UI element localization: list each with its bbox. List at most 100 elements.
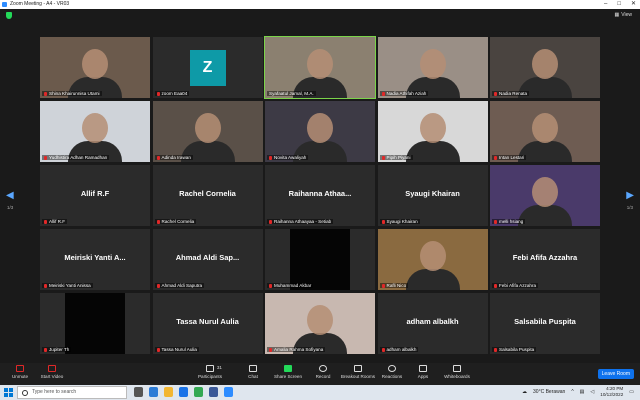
weather-icon: ☁ — [522, 389, 528, 395]
volume-icon[interactable]: ◁ — [590, 389, 594, 395]
mic-muted-icon — [156, 347, 160, 352]
participant-name-label: Pipih Piyani — [379, 155, 413, 160]
windows-start-icon[interactable] — [4, 388, 13, 397]
participant-name: Novita Awaliyah — [274, 155, 307, 160]
participant-display-name: Meiriski Yanti A... — [64, 253, 126, 262]
minimize-button[interactable]: – — [604, 0, 607, 9]
participant-tile[interactable]: Intan Lestari — [490, 101, 600, 162]
participant-display-name: Tassa Nurul Aulia — [176, 317, 239, 326]
participant-video — [377, 37, 488, 98]
participant-name: Febi Afifa Azzahra — [499, 283, 537, 288]
mic-muted-icon — [494, 155, 497, 160]
participant-tile[interactable]: Salsabila Puspita Salsabila Puspita — [490, 293, 600, 354]
edge-browser-icon[interactable] — [149, 387, 158, 397]
participants-button[interactable]: Participants 31 — [190, 365, 230, 379]
view-button[interactable]: ▦ View — [615, 12, 632, 18]
notifications-icon[interactable]: ▭ — [629, 389, 634, 395]
maximize-button[interactable]: □ — [617, 0, 621, 9]
chrome-icon[interactable] — [194, 387, 203, 397]
participant-name: Intan Lestari — [499, 155, 525, 160]
mic-muted-icon — [269, 155, 272, 160]
participant-tile[interactable]: Syaugi Khairan Syaugi Khairan — [377, 165, 488, 226]
next-page-icon[interactable]: ▶ — [626, 190, 634, 201]
mic-muted-icon — [156, 155, 160, 160]
participant-tile[interactable]: Rafli Nico — [377, 229, 488, 290]
store-icon[interactable] — [179, 387, 188, 397]
participant-tile[interactable]: Tassa Nurul Aulia Tassa Nurul Aulia — [152, 293, 263, 354]
participant-tile[interactable]: Adinda Irawan — [152, 101, 263, 162]
mic-muted-icon — [494, 91, 497, 96]
participant-body — [405, 269, 460, 290]
participant-tile[interactable]: Raihanna Athaa... Raihanna Athaayaa - Set… — [265, 165, 375, 226]
participant-name: Pipih Piyani — [386, 155, 411, 160]
participant-tile[interactable]: melli hsiang — [490, 165, 600, 226]
participant-tile[interactable]: Yudhistira Adhan Ramadhan — [40, 101, 150, 162]
window-title: Zoom Meeting - A4 - VR03 — [10, 1, 70, 7]
participant-tile[interactable]: Novita Awaliyah — [265, 101, 375, 162]
clock[interactable]: 4:20 PM 10/12/2022 — [600, 386, 623, 398]
chat-button[interactable]: Chat — [233, 365, 273, 379]
view-label: View — [621, 12, 632, 18]
participant-tile[interactable]: Febi Afifa Azzahra Febi Afifa Azzahra — [490, 229, 600, 290]
participant-display-name: Syaugi Khairan — [405, 189, 460, 198]
participant-name: Salsabila Puspita — [499, 347, 535, 352]
participant-name-label: Shina Khairunnisa Utami — [42, 91, 102, 96]
participant-name: Meiriski Yanti Anissa — [49, 283, 91, 288]
share-screen-button[interactable]: Share Screen — [268, 365, 308, 379]
participant-name: Allif R.F — [49, 219, 66, 224]
zoom-taskbar-icon[interactable] — [224, 387, 233, 397]
participant-tile[interactable]: Nadia Athifah Aziah — [377, 37, 488, 98]
page-indicator-left: 1/3 — [7, 205, 14, 210]
participant-tile[interactable]: Rachel Cornelia Rachel Cornelia — [152, 165, 263, 226]
task-view-icon[interactable] — [134, 387, 143, 397]
participant-name-label: Febi Afifa Azzahra — [492, 283, 539, 288]
participant-tile[interactable]: Nadia Renata — [490, 37, 600, 98]
close-button[interactable]: ✕ — [631, 0, 636, 9]
grid-view-icon: ▦ — [614, 12, 620, 18]
participant-name: Shina Khairunnisa Utami — [49, 91, 100, 96]
participant-face — [307, 113, 333, 143]
participant-face — [194, 113, 221, 143]
participant-tile[interactable]: Ahmad Aldi Sap... Ahmad Aldi Saputra — [152, 229, 263, 290]
start-video-button[interactable]: Start Video — [32, 365, 72, 379]
participant-name: Raihanna Athaayaa - Setiab — [274, 219, 332, 224]
participant-tile[interactable]: Amalia Rahma Sofiyana — [265, 293, 375, 354]
previous-page-icon[interactable]: ◀ — [6, 190, 14, 201]
tray-chevron-icon[interactable]: ^ — [571, 389, 573, 395]
security-shield-icon[interactable] — [6, 12, 12, 19]
file-explorer-icon[interactable] — [164, 387, 173, 397]
participant-tile[interactable]: Zzoom Eaa04 — [152, 37, 263, 98]
participant-tile[interactable]: Meiriski Yanti A... Meiriski Yanti Anissa — [40, 229, 150, 290]
taskbar-search-input[interactable]: Type here to search — [17, 386, 127, 399]
participant-name: Yudhistira Adhan Ramadhan — [49, 155, 108, 160]
participant-tile[interactable]: Syafaatul Jamal, M.A. — [264, 36, 376, 99]
weather-text[interactable]: 30°C Berawan — [533, 389, 565, 395]
participant-name-label: Yudhistira Adhan Ramadhan — [42, 155, 110, 160]
whiteboards-button[interactable]: Whiteboards — [437, 365, 477, 379]
participant-tile[interactable]: adham albalkh adham albalkh — [377, 293, 488, 354]
avatar: Z — [189, 50, 226, 86]
participant-name: Nadia Renata — [499, 91, 528, 96]
participant-display-name: Salsabila Puspita — [514, 317, 576, 326]
mic-muted-icon — [156, 283, 160, 288]
participant-name: Rafli Nico — [386, 283, 407, 288]
participant-name: Ahmad Aldi Saputra — [161, 283, 203, 288]
participant-name-label: Nadia Athifah Aziah — [379, 91, 429, 96]
mic-muted-icon — [494, 347, 497, 352]
network-icon[interactable]: ▤ — [580, 389, 585, 395]
word-icon[interactable] — [209, 387, 218, 397]
search-icon — [22, 390, 28, 396]
mic-muted-icon — [269, 347, 272, 352]
breakout-rooms-icon — [354, 365, 362, 372]
microphone-muted-icon — [16, 365, 24, 372]
participant-tile[interactable]: Muhammad Akbar — [265, 229, 375, 290]
participant-tile[interactable]: Jupiter Th — [40, 293, 150, 354]
participant-name-label: Tassa Nurul Aulia — [154, 347, 199, 352]
windows-taskbar: Type here to search ☁ 30°C Berawan ^ ▤ ◁… — [0, 385, 640, 400]
participant-tile[interactable]: Allif R.F Allif R.F — [40, 165, 150, 226]
participant-tile[interactable]: Shina Khairunnisa Utami — [40, 37, 150, 98]
participant-name: Jupiter Th — [49, 347, 70, 352]
leave-room-button[interactable]: Leave Room — [597, 369, 634, 379]
participant-display-name: adham albalkh — [406, 317, 459, 326]
participant-tile[interactable]: Pipih Piyani — [377, 101, 488, 162]
